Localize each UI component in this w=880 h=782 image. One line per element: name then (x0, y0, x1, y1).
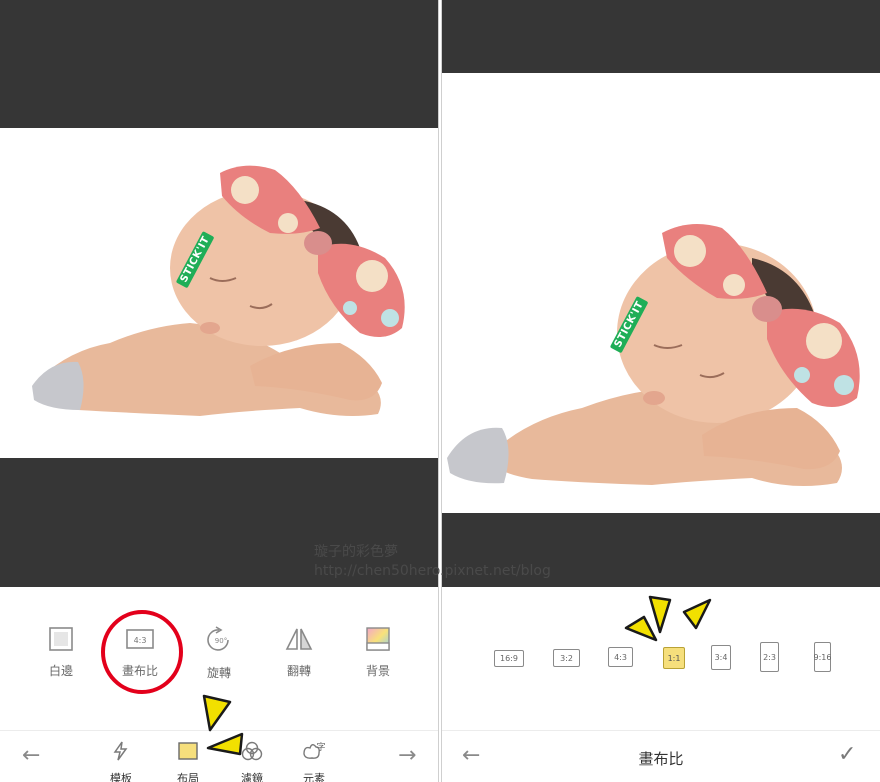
photo-canvas[interactable]: STICK'IT (442, 73, 880, 513)
watermark-url: http://chen50hero.pixnet.net/blog (314, 563, 551, 579)
screen-title: 畫布比 (638, 750, 684, 768)
next-arrow-icon[interactable]: → (398, 745, 416, 767)
annotation-arrows (624, 595, 712, 642)
border-icon (49, 627, 73, 651)
annotation-arrows (202, 694, 244, 756)
confirm-check-icon[interactable]: ✓ (838, 744, 856, 766)
baby-photo (447, 224, 860, 487)
photo-canvas[interactable]: STICK'IT (0, 128, 438, 458)
top-dark-band (442, 0, 880, 73)
baby-photo (32, 165, 405, 416)
divider (442, 730, 880, 731)
ratio-2-3[interactable]: 2:3 (760, 642, 779, 672)
tool-background[interactable]: 背景 (348, 626, 408, 679)
svg-text:字: 字 (316, 741, 325, 753)
ratio-9-16[interactable]: 9:16 (814, 642, 831, 672)
ratio-16-9[interactable]: 16:9 (494, 650, 524, 667)
top-dark-band (0, 0, 438, 128)
nav-element[interactable]: 字 元素 (284, 740, 344, 782)
tool-rotate[interactable]: 90° 旋轉 (189, 626, 249, 681)
left-phone-screen: STICK'IT 白邊 4:3 畫布比 90° 旋轉 翻轉 背景 ← 模板 布局… (0, 0, 439, 782)
ratio-3-2[interactable]: 3:2 (553, 649, 580, 667)
tool-label: 翻轉 (286, 664, 311, 678)
watermark: 璇子的彩色夢 http://chen50hero.pixnet.net/blog (314, 541, 551, 579)
watermark-name: 璇子的彩色夢 (314, 544, 398, 560)
tool-label: 白邊 (48, 664, 73, 678)
flip-icon (285, 628, 313, 650)
highlight-circle (101, 610, 183, 694)
tool-flip[interactable]: 翻轉 (269, 626, 329, 679)
nav-label: 布局 (177, 772, 199, 782)
svg-text:90°: 90° (215, 637, 227, 645)
tool-label: 旋轉 (206, 666, 231, 680)
nav-template[interactable]: 模板 (91, 740, 151, 782)
rotate-icon: 90° (207, 626, 229, 651)
back-arrow-icon[interactable]: ← (22, 745, 40, 767)
nav-label: 元素 (303, 772, 325, 782)
tool-border[interactable]: 白邊 (31, 626, 91, 679)
template-icon (113, 741, 128, 761)
nav-label: 濾鏡 (241, 772, 263, 782)
right-phone-screen: STICK'IT 16:9 3:2 4:3 1:1 3:4 2:3 9:16 ←… (441, 0, 880, 782)
element-icon: 字 (303, 741, 326, 759)
background-icon (366, 627, 390, 651)
tool-label: 背景 (365, 664, 390, 678)
nav-label: 模板 (110, 772, 132, 782)
